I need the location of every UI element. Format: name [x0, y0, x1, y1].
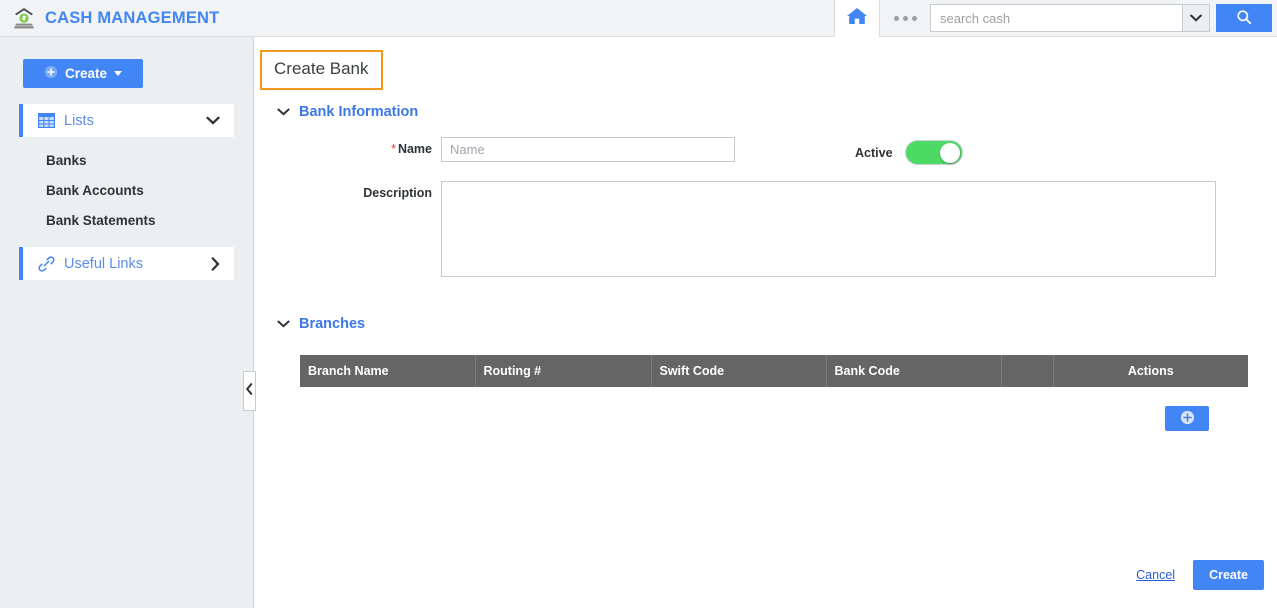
active-toggle[interactable] — [905, 140, 963, 165]
grid-list-icon — [38, 113, 64, 128]
chevron-down-icon — [206, 116, 220, 125]
column-header-branch-name[interactable]: Branch Name — [300, 355, 475, 387]
sidebar-collapse-handle[interactable] — [243, 371, 256, 411]
description-field-row: Description — [255, 181, 1277, 277]
sidebar-lists-label: Lists — [64, 113, 206, 129]
name-label-text: Name — [398, 142, 432, 156]
search-button[interactable] — [1216, 4, 1272, 32]
app-title: CASH MANAGEMENT — [45, 9, 219, 28]
sidebar-item-bank-accounts[interactable]: Bank Accounts — [0, 175, 253, 205]
chevron-right-icon — [211, 257, 220, 271]
chevron-down-icon — [277, 103, 290, 121]
plus-circle-icon — [1180, 410, 1195, 428]
caret-down-icon — [114, 71, 122, 76]
add-branch-button[interactable] — [1165, 406, 1209, 431]
search-input[interactable] — [930, 4, 1182, 32]
sidebar-lists-sublist: Banks Bank Accounts Bank Statements — [0, 145, 253, 235]
sidebar: Create Lists Banks Bank Accounts — [0, 37, 254, 608]
sidebar-item-label: Bank Accounts — [46, 183, 144, 198]
section-branches[interactable]: Branches — [277, 315, 1277, 333]
app-brand: CASH MANAGEMENT — [0, 0, 219, 36]
search-scope-dropdown[interactable] — [1182, 4, 1210, 32]
more-options-button[interactable] — [880, 0, 930, 37]
top-header-bar: CASH MANAGEMENT — [0, 0, 1277, 37]
create-submit-button[interactable]: Create — [1193, 560, 1264, 590]
column-header-spacer — [1001, 355, 1053, 387]
active-toggle-group: Active — [855, 137, 963, 165]
plus-circle-icon — [44, 65, 58, 82]
sidebar-item-banks[interactable]: Banks — [0, 145, 253, 175]
ellipsis-icon — [903, 16, 908, 21]
sidebar-item-label: Bank Statements — [46, 213, 156, 228]
branches-table-head: Branch Name Routing # Swift Code Bank Co… — [300, 355, 1248, 387]
description-textarea[interactable] — [441, 181, 1216, 277]
name-input[interactable] — [441, 137, 735, 162]
form-footer: Cancel Create — [1136, 560, 1264, 590]
active-label: Active — [855, 146, 893, 160]
required-marker: * — [391, 142, 396, 156]
create-dropdown-button[interactable]: Create — [23, 59, 143, 88]
create-button-label: Create — [65, 66, 107, 81]
column-header-bank-code[interactable]: Bank Code — [826, 355, 1001, 387]
name-label: *Name — [255, 137, 441, 156]
table-header-row: Branch Name Routing # Swift Code Bank Co… — [300, 355, 1248, 387]
search-icon — [1236, 9, 1252, 28]
branches-table-wrapper: Branch Name Routing # Swift Code Bank Co… — [300, 355, 1248, 387]
add-branch-row — [255, 406, 1209, 431]
sidebar-item-label: Banks — [46, 153, 87, 168]
bank-building-icon — [13, 6, 35, 30]
sidebar-item-useful-links[interactable]: Useful Links — [19, 247, 234, 280]
chevron-down-icon — [1190, 9, 1202, 27]
description-label: Description — [255, 181, 441, 200]
column-header-swift-code[interactable]: Swift Code — [651, 355, 826, 387]
section-label: Branches — [299, 316, 365, 332]
chevron-down-icon — [277, 315, 290, 333]
ellipsis-icon — [894, 16, 899, 21]
branches-table: Branch Name Routing # Swift Code Bank Co… — [300, 355, 1248, 387]
sidebar-useful-links-label: Useful Links — [64, 256, 211, 272]
cancel-button[interactable]: Cancel — [1136, 568, 1175, 582]
chevron-left-icon — [246, 382, 253, 400]
section-bank-information[interactable]: Bank Information — [277, 103, 1277, 121]
ellipsis-icon — [912, 16, 917, 21]
search-bar — [930, 4, 1272, 32]
section-label: Bank Information — [299, 104, 418, 120]
toggle-knob — [940, 143, 960, 163]
name-field-row: *Name Active — [255, 137, 1277, 165]
column-header-routing[interactable]: Routing # — [475, 355, 651, 387]
home-button[interactable] — [834, 0, 880, 37]
column-header-actions[interactable]: Actions — [1053, 355, 1248, 387]
sidebar-item-bank-statements[interactable]: Bank Statements — [0, 205, 253, 235]
home-icon — [846, 6, 868, 31]
main-content: Create Bank Bank Information *Name Activ… — [255, 37, 1277, 608]
page-title: Create Bank — [260, 50, 383, 90]
sidebar-item-lists[interactable]: Lists — [19, 104, 234, 137]
link-icon — [38, 256, 64, 272]
